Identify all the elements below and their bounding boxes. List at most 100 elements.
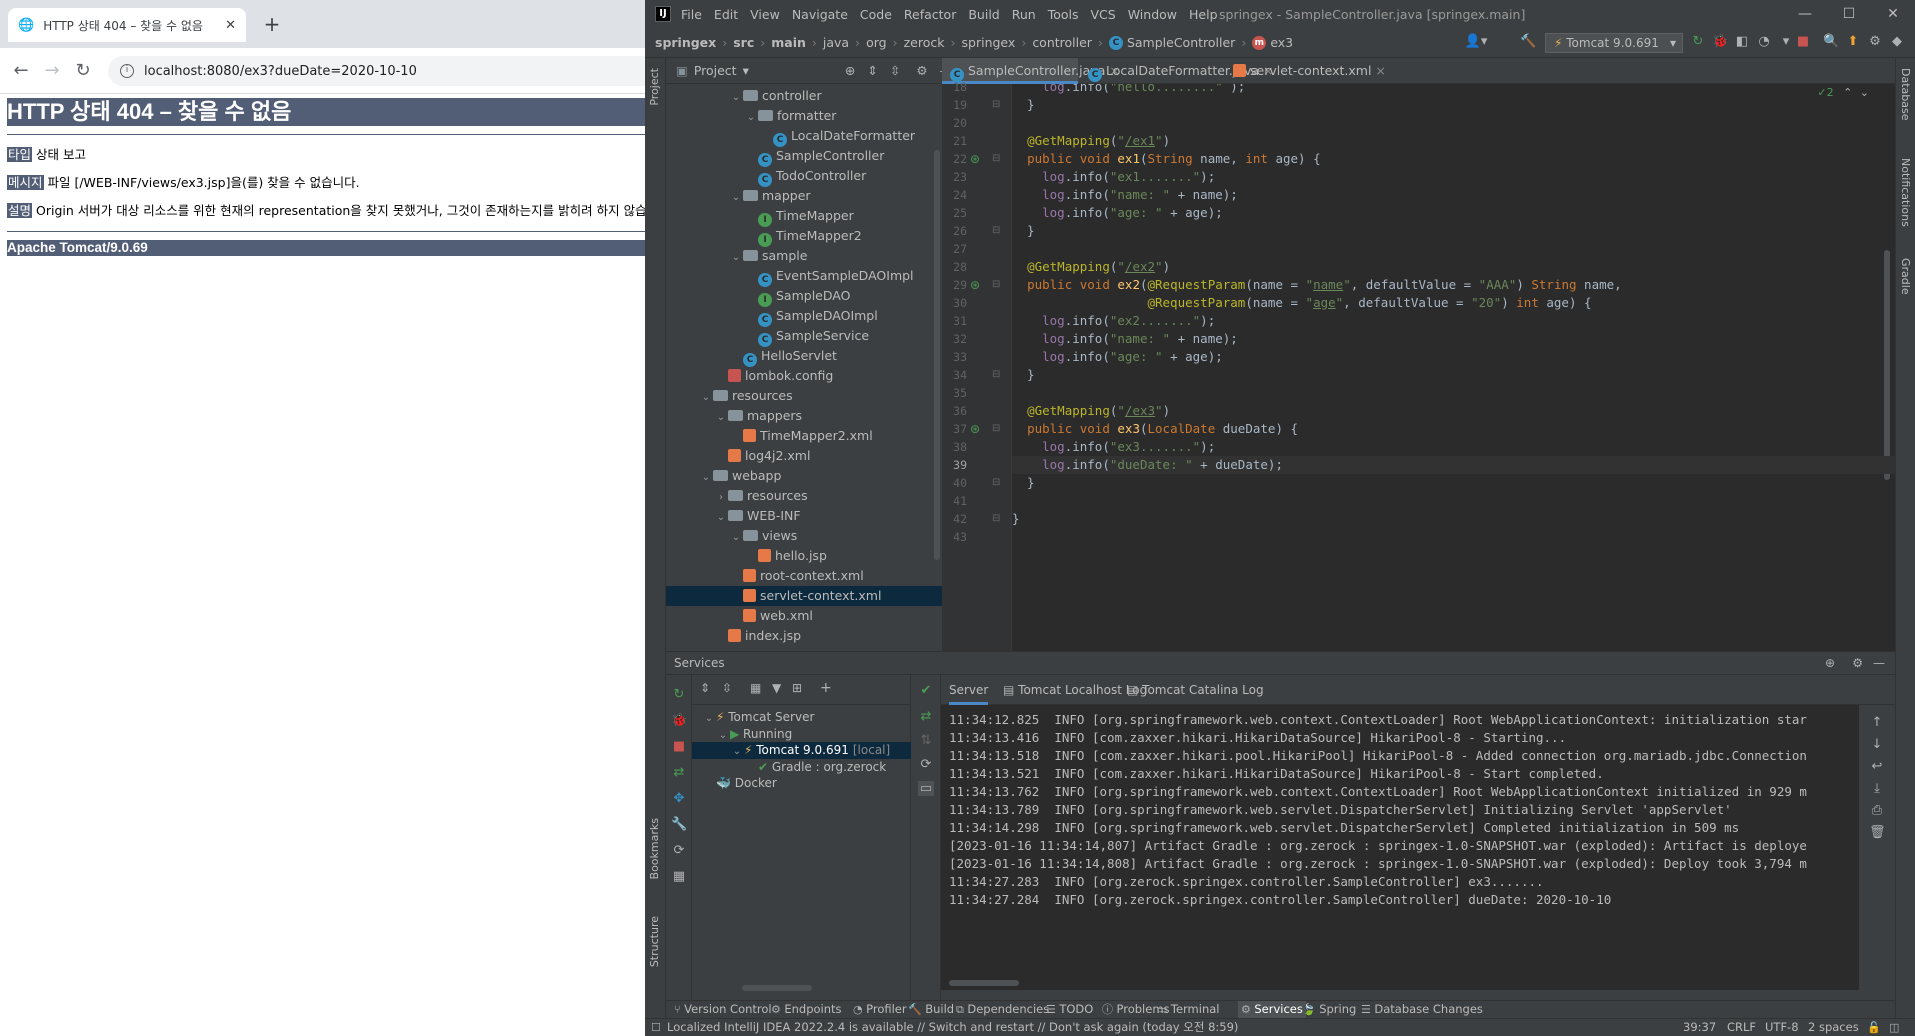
line-number[interactable]: 23 [942, 168, 967, 186]
endpoint-gutter-icon[interactable]: ⊛ [970, 148, 980, 170]
line-number[interactable]: 20 [942, 114, 967, 132]
line-number[interactable]: 24 [942, 186, 967, 204]
tool-tab-dependencies[interactable]: ⧉ Dependencies [956, 1001, 1049, 1018]
lock-icon[interactable]: 🔓 [1867, 1019, 1881, 1036]
fold-icon[interactable]: ⊟ [992, 94, 1000, 116]
tree-item[interactable]: C TodoController [666, 166, 942, 187]
editor-tab[interactable]: servlet-context.xml × [1225, 58, 1386, 84]
tree-item[interactable]: C LocalDateFormatter [666, 126, 942, 147]
expand-all-icon[interactable]: ⇕ [867, 63, 877, 78]
chevron-down-icon[interactable]: ⌄ [716, 727, 730, 744]
log-tab[interactable]: ▤ Tomcat Localhost Log [1003, 675, 1147, 705]
tree-item[interactable]: › resources [666, 486, 942, 506]
fold-icon[interactable]: ⊟ [992, 220, 1000, 242]
collapse-all-icon[interactable]: ⇳ [890, 63, 900, 78]
line-number[interactable]: 39 [942, 456, 967, 474]
tree-item[interactable]: index.jsp [666, 626, 942, 646]
tree-item[interactable]: ⌄ controller [666, 86, 942, 106]
breadcrumb-item[interactable]: zerock [904, 35, 945, 50]
log-tab[interactable]: Server [949, 675, 989, 705]
notifications-tool-button[interactable]: Notifications [1899, 158, 1912, 227]
soft-wrap-icon[interactable]: ↩ [1869, 759, 1885, 774]
tree-item[interactable]: ⌄ resources [666, 386, 942, 406]
line-number[interactable]: 27 [942, 240, 967, 258]
menu-code[interactable]: Code [860, 7, 892, 22]
menu-file[interactable]: File [681, 7, 702, 22]
tool-tab-spring[interactable]: 🍃 Spring [1302, 1001, 1356, 1018]
tree-item[interactable]: C SampleService [666, 326, 942, 347]
services-tree-scrollbar[interactable] [742, 985, 812, 991]
tree-item[interactable]: I SampleDAO [666, 286, 942, 307]
breadcrumb-item[interactable]: org [866, 35, 887, 50]
tree-item[interactable]: C SampleDAOImpl [666, 306, 942, 327]
tree-item[interactable]: ⌄ webapp [666, 466, 942, 486]
tool-tab-version-control[interactable]: ⑂ Version Control [674, 1001, 772, 1018]
add-service-icon[interactable]: + [820, 680, 832, 696]
chevron-down-icon[interactable]: ⌄ [729, 248, 743, 268]
breadcrumb-item[interactable]: main [771, 35, 806, 50]
line-number[interactable]: 25 [942, 204, 967, 222]
tool-tab-profiler[interactable]: ◔ Profiler [853, 1001, 907, 1018]
line-number[interactable]: 38 [942, 438, 967, 456]
breadcrumb-item[interactable]: ex3 [1270, 35, 1293, 50]
console-output[interactable]: 11:34:12.825 INFO [org.springframework.w… [941, 705, 1859, 990]
update-icon[interactable]: ⬆ [1845, 33, 1861, 51]
menu-build[interactable]: Build [968, 7, 999, 22]
line-number[interactable]: 19 [942, 96, 967, 114]
bookmarks-tool-button[interactable]: Bookmarks [648, 818, 661, 879]
forward-button[interactable]: → [41, 60, 63, 82]
notification-icon[interactable]: ☐ [651, 1019, 661, 1036]
fold-icon[interactable]: ⊟ [992, 508, 1000, 530]
endpoint-gutter-icon[interactable]: ⊛ [970, 418, 980, 440]
tree-item[interactable]: root-context.xml [666, 566, 942, 586]
deploy-icon[interactable]: ⇄ [671, 765, 687, 780]
tree-item[interactable]: I TimeMapper2 [666, 226, 942, 247]
breadcrumb-item[interactable]: java [823, 35, 849, 50]
tree-item[interactable]: web.xml [666, 606, 942, 626]
chevron-down-icon[interactable]: ⌄ [729, 88, 743, 108]
tool-tab-todo[interactable]: ☰ TODO [1046, 1001, 1093, 1018]
menu-vcs[interactable]: VCS [1091, 7, 1116, 22]
line-number[interactable]: 32 [942, 330, 967, 348]
line-number[interactable]: 29 [942, 276, 967, 294]
memory-icon[interactable]: ◫ [1889, 1019, 1899, 1036]
fold-icon[interactable]: ⊟ [992, 472, 1000, 494]
gear-icon[interactable]: ⚙ [916, 63, 927, 78]
fold-icon[interactable]: ⊟ [992, 364, 1000, 386]
stop-icon[interactable]: ■ [671, 739, 687, 754]
undeploy-icon[interactable]: ⇅ [918, 733, 934, 748]
caret-position[interactable]: 39:37 [1683, 1019, 1716, 1036]
tree-item[interactable]: ⌄ mapper [666, 186, 942, 206]
line-number[interactable]: 28 [942, 258, 967, 276]
tree-item[interactable]: hello.jsp [666, 546, 942, 566]
console-icon[interactable]: ▭ [918, 781, 934, 796]
close-tab-icon[interactable]: × [1371, 63, 1385, 78]
browser-tab[interactable]: 🌐 HTTP 상태 404 – 찾을 수 없음 ✕ [8, 8, 246, 42]
endpoint-gutter-icon[interactable]: ⊛ [970, 274, 980, 296]
line-number[interactable]: 43 [942, 528, 967, 546]
settings-icon[interactable]: ⚙ [1867, 33, 1883, 51]
filter-icon[interactable]: ▼ [772, 681, 781, 695]
tool-tab-services[interactable]: ⚙ Services [1238, 1001, 1306, 1018]
line-number[interactable]: 36 [942, 402, 967, 420]
project-view-selector[interactable]: Project [694, 63, 737, 78]
run-configuration-select[interactable]: ⚡ Tomcat 9.0.691 ▾ [1545, 33, 1683, 53]
reload-button[interactable]: ↻ [72, 60, 94, 82]
menu-view[interactable]: View [750, 7, 780, 22]
scroll-to-end-icon[interactable]: ⤓ [1869, 781, 1885, 796]
close-window-button[interactable]: ✕ [1871, 0, 1915, 28]
menu-edit[interactable]: Edit [714, 7, 738, 22]
tree-item[interactable]: C EventSampleDAOImpl [666, 266, 942, 287]
back-button[interactable]: ← [10, 60, 32, 82]
chevron-down-icon[interactable]: › [714, 488, 728, 508]
line-number[interactable]: 34 [942, 366, 967, 384]
chevron-down-icon[interactable]: ⌄ [699, 468, 713, 488]
tool-tab-database-changes[interactable]: ☰ Database Changes [1361, 1001, 1483, 1018]
close-tab-icon[interactable]: ✕ [225, 18, 236, 33]
service-item[interactable]: ⌄ ▶ Running [692, 726, 911, 743]
line-number[interactable]: 33 [942, 348, 967, 366]
new-tab-button[interactable]: + [260, 12, 284, 36]
arrow-up-icon[interactable]: ↑ [1869, 715, 1885, 730]
debug-icon[interactable]: 🐞 [671, 713, 687, 728]
tree-item[interactable]: ⌄ mappers [666, 406, 942, 426]
